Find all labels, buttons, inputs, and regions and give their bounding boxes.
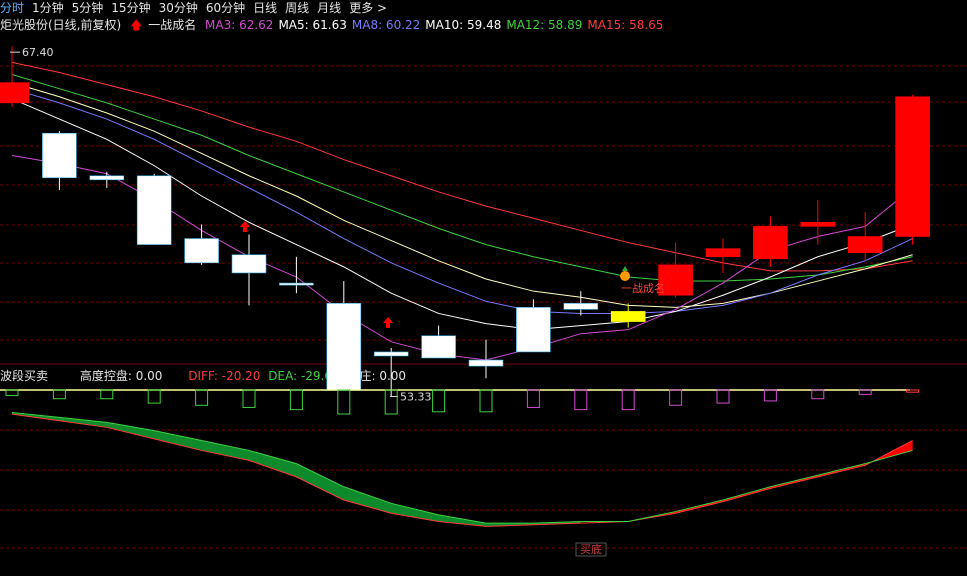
high-price-label: 67.40 bbox=[22, 46, 54, 59]
hist-bar bbox=[763, 389, 777, 402]
candle-body bbox=[753, 226, 788, 260]
candle-body bbox=[89, 175, 125, 181]
buy-arrow-icon bbox=[383, 317, 393, 328]
hist-bar bbox=[669, 389, 683, 406]
candle-body bbox=[610, 311, 646, 322]
hist-bar bbox=[337, 389, 351, 415]
candle-body bbox=[563, 303, 599, 310]
bullish-band bbox=[628, 440, 913, 522]
candle-body bbox=[0, 82, 30, 104]
hist-bar bbox=[289, 389, 303, 411]
hist-bar bbox=[811, 389, 825, 400]
hist-bar bbox=[5, 389, 19, 396]
candle-body bbox=[184, 238, 219, 264]
stock-chart[interactable]: 67.40 53.33 一战成名买底 bbox=[0, 0, 967, 576]
buy-arrow-icon bbox=[240, 221, 250, 232]
buy-label: 买底 bbox=[580, 542, 602, 556]
signal-leaf-icon bbox=[622, 266, 628, 271]
hist-bar bbox=[147, 389, 161, 404]
low-price-label: 53.33 bbox=[400, 390, 432, 403]
hist-bar bbox=[432, 389, 446, 413]
hist-bar bbox=[479, 389, 493, 413]
hist-bar bbox=[100, 389, 114, 400]
candle-body bbox=[373, 351, 409, 357]
candle-body bbox=[516, 307, 551, 353]
candle-body bbox=[136, 175, 172, 245]
candle-body bbox=[326, 303, 362, 391]
hist-bar bbox=[716, 389, 730, 404]
candle-body bbox=[895, 96, 930, 237]
candle-body bbox=[421, 335, 456, 359]
candle-body bbox=[42, 132, 77, 179]
hist-bar bbox=[195, 389, 209, 406]
candle-body bbox=[279, 282, 314, 286]
candle-body bbox=[468, 359, 504, 367]
hist-bar bbox=[52, 389, 66, 400]
hist-bar bbox=[242, 389, 256, 408]
hist-bar bbox=[621, 389, 635, 411]
hist-bar bbox=[574, 389, 588, 411]
candle-body bbox=[800, 222, 836, 227]
signal-text: 一战成名 bbox=[621, 281, 665, 295]
signal-dot-icon bbox=[620, 271, 630, 281]
candle-body bbox=[705, 248, 741, 258]
hist-bar bbox=[526, 389, 540, 408]
dea-line bbox=[11, 411, 913, 524]
candle-body bbox=[847, 236, 883, 254]
candle-body bbox=[231, 254, 267, 274]
hist-bar bbox=[906, 389, 920, 393]
